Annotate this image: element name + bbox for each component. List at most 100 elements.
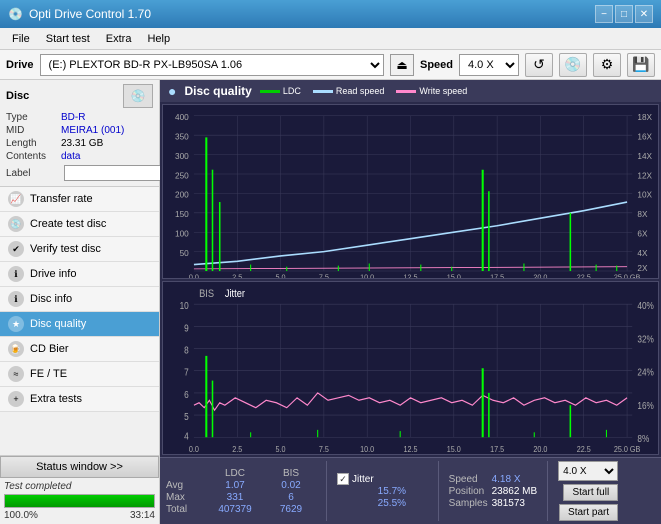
sidebar-item-drive-info[interactable]: ℹ Drive info bbox=[0, 262, 159, 287]
progress-time: 33:14 bbox=[130, 510, 155, 521]
disc-mid-value: MEIRA1 (001) bbox=[61, 125, 153, 136]
svg-text:8: 8 bbox=[184, 344, 189, 355]
disc-type-label: Type bbox=[6, 112, 61, 123]
speed-select-stats[interactable]: 4.0 X bbox=[558, 461, 618, 481]
sidebar-item-extra-tests[interactable]: + Extra tests bbox=[0, 387, 159, 412]
status-window-button[interactable]: Status window >> bbox=[0, 456, 159, 478]
max-label: Max bbox=[166, 492, 204, 503]
minimize-button[interactable]: − bbox=[595, 5, 613, 23]
disc-button[interactable]: 💿 bbox=[559, 53, 587, 77]
legend-read-speed: Read speed bbox=[313, 86, 385, 96]
close-button[interactable]: ✕ bbox=[635, 5, 653, 23]
svg-text:4X: 4X bbox=[637, 248, 647, 258]
avg-bis: 0.02 bbox=[266, 480, 316, 491]
drive-select[interactable]: (E:) PLEXTOR BD-R PX-LB950SA 1.06 bbox=[40, 54, 384, 76]
svg-text:15.0: 15.0 bbox=[447, 273, 461, 278]
disc-mid-row: MID MEIRA1 (001) bbox=[6, 125, 153, 136]
sidebar-item-disc-quality[interactable]: ★ Disc quality bbox=[0, 312, 159, 337]
svg-text:7: 7 bbox=[184, 366, 189, 377]
position-header-label: Position bbox=[449, 486, 488, 497]
menu-extra[interactable]: Extra bbox=[98, 31, 140, 47]
position-val: 23862 MB bbox=[492, 486, 538, 497]
samples-label: Samples bbox=[449, 498, 488, 509]
disc-contents-row: Contents data bbox=[6, 151, 153, 162]
svg-text:25.0 GB: 25.0 GB bbox=[614, 444, 640, 454]
jitter-label: Jitter bbox=[352, 474, 374, 485]
sidebar-item-disc-info[interactable]: ℹ Disc info bbox=[0, 287, 159, 312]
settings-button[interactable]: ⚙ bbox=[593, 53, 621, 77]
verify-test-disc-icon: ✔ bbox=[8, 241, 24, 257]
svg-text:100: 100 bbox=[175, 228, 189, 238]
svg-text:25.0 GB: 25.0 GB bbox=[614, 273, 641, 278]
bottom-chart-svg: BIS Jitter bbox=[163, 282, 658, 455]
legend-read-speed-color bbox=[313, 90, 333, 93]
sidebar-item-transfer-rate[interactable]: 📈 Transfer rate bbox=[0, 187, 159, 212]
svg-text:Jitter: Jitter bbox=[225, 288, 246, 300]
sidebar-item-create-test-disc[interactable]: 💿 Create test disc bbox=[0, 212, 159, 237]
sidebar-item-fe-te[interactable]: ≈ FE / TE bbox=[0, 362, 159, 387]
sidebar-item-cd-bier-label: CD Bier bbox=[30, 343, 69, 355]
sidebar: Disc 💿 Type BD-R MID MEIRA1 (001) Length… bbox=[0, 80, 160, 524]
svg-text:5: 5 bbox=[184, 411, 189, 422]
menubar: File Start test Extra Help bbox=[0, 28, 661, 50]
chart-header: ● Disc quality LDC Read speed Write spee… bbox=[160, 80, 661, 102]
svg-text:22.5: 22.5 bbox=[577, 273, 591, 278]
svg-text:0.0: 0.0 bbox=[189, 273, 199, 278]
menu-start-test[interactable]: Start test bbox=[38, 31, 98, 47]
sidebar-item-create-test-disc-label: Create test disc bbox=[30, 218, 106, 230]
drivebar: Drive (E:) PLEXTOR BD-R PX-LB950SA 1.06 … bbox=[0, 50, 661, 80]
sidebar-item-verify-test-disc[interactable]: ✔ Verify test disc bbox=[0, 237, 159, 262]
chart-icon: ● bbox=[168, 83, 176, 99]
svg-text:10.0: 10.0 bbox=[360, 444, 375, 454]
legend-read-speed-label: Read speed bbox=[336, 86, 385, 96]
svg-text:20.0: 20.0 bbox=[533, 444, 548, 454]
divider-2 bbox=[438, 461, 439, 521]
chart-title: Disc quality bbox=[184, 84, 251, 98]
disc-icon-button[interactable]: 💿 bbox=[123, 84, 153, 108]
status-text: Test completed bbox=[4, 481, 155, 492]
app-title: Opti Drive Control 1.70 bbox=[29, 7, 151, 21]
bis-header: BIS bbox=[266, 468, 316, 479]
menu-help[interactable]: Help bbox=[139, 31, 178, 47]
divider-3 bbox=[547, 461, 548, 521]
legend-write-speed-label: Write speed bbox=[419, 86, 467, 96]
content-area: ● Disc quality LDC Read speed Write spee… bbox=[160, 80, 661, 524]
extra-tests-icon: + bbox=[8, 391, 24, 407]
svg-text:32%: 32% bbox=[637, 333, 653, 344]
start-full-button[interactable]: Start full bbox=[563, 484, 618, 501]
svg-text:8X: 8X bbox=[637, 209, 647, 219]
eject-button[interactable]: ⏏ bbox=[390, 54, 414, 76]
disc-quality-icon: ★ bbox=[8, 316, 24, 332]
sidebar-item-cd-bier[interactable]: 🍺 CD Bier bbox=[0, 337, 159, 362]
stat-empty bbox=[166, 468, 204, 479]
svg-text:24%: 24% bbox=[637, 366, 653, 377]
disc-length-label: Length bbox=[6, 138, 61, 149]
speed-current: 4.18 X bbox=[492, 474, 538, 485]
sidebar-item-disc-info-label: Disc info bbox=[30, 293, 72, 305]
speed-select[interactable]: 4.0 X bbox=[459, 54, 519, 76]
start-part-button[interactable]: Start part bbox=[559, 504, 618, 521]
svg-text:6X: 6X bbox=[637, 228, 647, 238]
svg-text:12.5: 12.5 bbox=[403, 444, 418, 454]
svg-text:250: 250 bbox=[175, 170, 189, 180]
svg-text:20.0: 20.0 bbox=[533, 273, 547, 278]
save-button[interactable]: 💾 bbox=[627, 53, 655, 77]
top-chart-svg: 400 350 300 250 200 150 100 50 18X 16X 1… bbox=[163, 105, 658, 278]
disc-type-row: Type BD-R bbox=[6, 112, 153, 123]
avg-jitter: 15.7% bbox=[378, 486, 428, 497]
ldc-header: LDC bbox=[210, 468, 260, 479]
menu-file[interactable]: File bbox=[4, 31, 38, 47]
action-area: 4.0 X Start full Start part bbox=[558, 461, 618, 521]
sidebar-item-fe-te-label: FE / TE bbox=[30, 368, 67, 380]
svg-text:17.5: 17.5 bbox=[490, 273, 504, 278]
cd-bier-icon: 🍺 bbox=[8, 341, 24, 357]
svg-text:16%: 16% bbox=[637, 400, 653, 411]
refresh-button[interactable]: ↺ bbox=[525, 53, 553, 77]
bottom-chart: BIS Jitter bbox=[162, 281, 659, 456]
jitter-check-row: ✓ Jitter bbox=[337, 473, 374, 485]
legend-ldc-color bbox=[260, 90, 280, 93]
maximize-button[interactable]: □ bbox=[615, 5, 633, 23]
svg-text:18X: 18X bbox=[637, 112, 652, 122]
svg-text:400: 400 bbox=[175, 112, 189, 122]
jitter-checkbox[interactable]: ✓ bbox=[337, 473, 349, 485]
